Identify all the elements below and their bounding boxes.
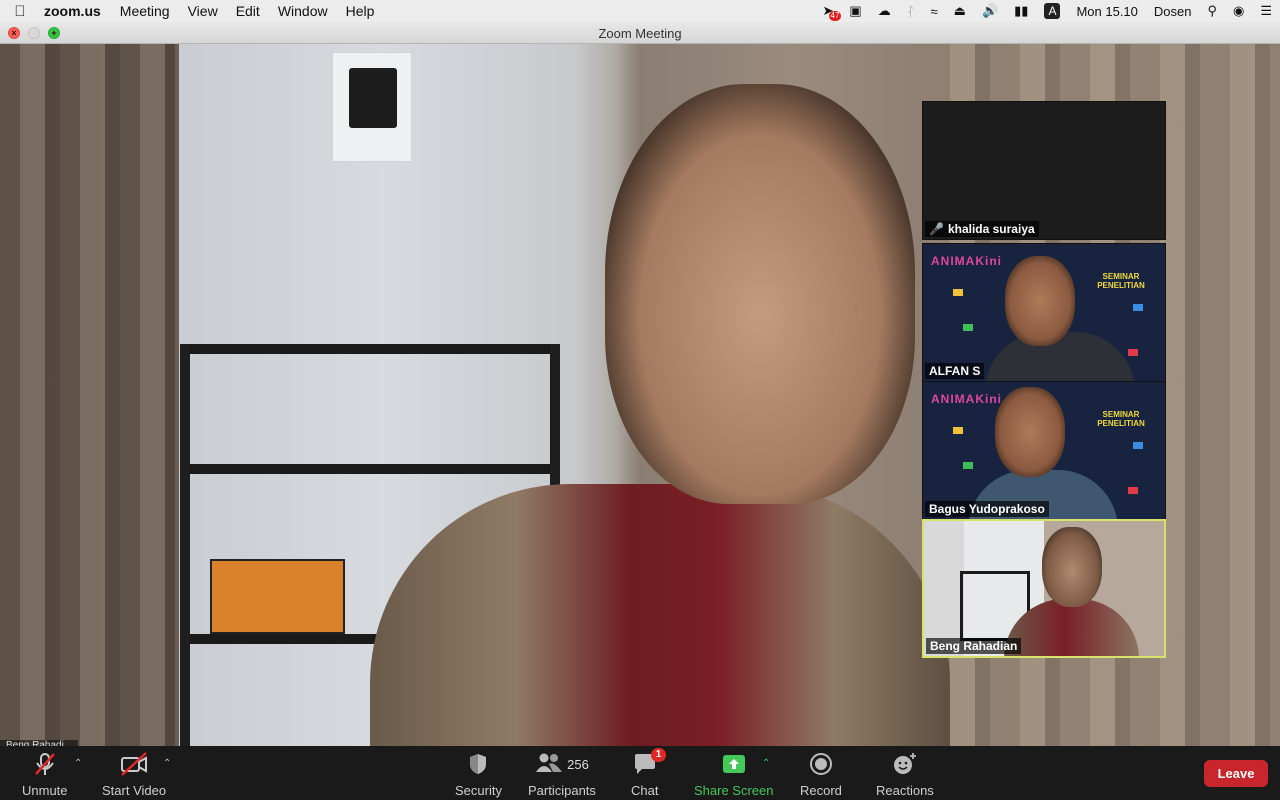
reactions-button[interactable]: Reactions <box>876 750 934 798</box>
wall-fixture <box>332 52 412 162</box>
menu-meeting[interactable]: Meeting <box>111 3 179 19</box>
video-options-chevron-up-icon[interactable]: ⌃ <box>163 758 171 769</box>
chat-unread-badge: 1 <box>650 748 667 762</box>
participant-name-label: Beng Rahadian <box>926 638 1022 654</box>
participant-name-label: ALFAN S <box>925 363 985 379</box>
menu-window[interactable]: Window <box>269 3 337 19</box>
window-title-bar: × + Zoom Meeting <box>0 22 1280 44</box>
start-video-label: Start Video <box>102 783 167 798</box>
send-notification-icon[interactable]: ➤ 47 <box>815 3 842 21</box>
spotlight-search-icon[interactable]: ⚲ <box>1199 3 1225 19</box>
notification-badge: 47 <box>828 11 842 21</box>
participants-button[interactable]: 256 Participants <box>528 750 596 798</box>
animakini-logo: ANIMAKini <box>931 392 1002 406</box>
cloud-icon[interactable]: ☁ <box>870 3 899 19</box>
participant-face <box>1042 527 1102 607</box>
meeting-toolbar: Unmute ⌃ Start Video ⌃ Security 256 Part… <box>0 746 1280 800</box>
zoom-status-icon[interactable]: ▣ <box>841 3 869 19</box>
security-label: Security <box>455 783 502 798</box>
video-off-icon <box>119 750 149 778</box>
apple-menu-icon[interactable]:  <box>0 3 40 20</box>
participant-tile-bagus[interactable]: ANIMAKini SEMINAR PENELITIAN Bagus Yudop… <box>922 381 1166 520</box>
seminar-text: SEMINAR PENELITIAN <box>1097 272 1145 290</box>
bluetooth-icon[interactable]: ᛮ <box>899 4 923 19</box>
muted-mic-icon: 🎤 <box>929 222 944 236</box>
volume-icon[interactable]: 🔊 <box>974 3 1006 19</box>
seminar-text: SEMINAR PENELITIAN <box>1097 410 1145 428</box>
speaker-body <box>370 484 950 746</box>
record-icon <box>809 750 833 778</box>
menu-edit[interactable]: Edit <box>227 3 269 19</box>
participant-name-label: Bagus Yudoprakoso <box>925 501 1049 517</box>
leave-meeting-button[interactable]: Leave <box>1204 760 1268 787</box>
user-name[interactable]: Dosen <box>1146 4 1200 19</box>
security-button[interactable]: Security <box>455 750 502 798</box>
unmute-label: Unmute <box>22 783 68 798</box>
input-source-icon[interactable]: A <box>1036 3 1068 19</box>
shield-icon <box>467 750 489 778</box>
unmute-button[interactable]: Unmute <box>22 750 68 798</box>
animakini-logo: ANIMAKini <box>931 254 1002 268</box>
share-options-chevron-up-icon[interactable]: ⌃ <box>762 758 770 769</box>
notification-center-icon[interactable]: ☰ <box>1252 3 1280 19</box>
speaker-head <box>605 84 915 504</box>
wifi-icon[interactable]: ≈ <box>923 4 946 19</box>
menu-app-name[interactable]: zoom.us <box>40 3 111 19</box>
participant-tile-beng-active-speaker[interactable]: Beng Rahadian <box>922 519 1166 658</box>
chat-bubble-icon: 1 <box>633 748 667 778</box>
participant-name-label: 🎤 khalida suraiya <box>925 221 1039 237</box>
chat-button[interactable]: 1 Chat <box>631 748 667 798</box>
battery-icon[interactable]: ▮▮ <box>1006 3 1036 19</box>
siri-icon[interactable]: ◉ <box>1225 3 1252 19</box>
reactions-smiley-icon <box>892 750 918 778</box>
share-screen-icon <box>721 750 747 778</box>
share-screen-label: Share Screen <box>694 783 774 798</box>
curtain-left <box>0 44 175 746</box>
window-title: Zoom Meeting <box>598 26 682 41</box>
participants-label: Participants <box>528 783 596 798</box>
muted-microphone-icon <box>32 750 58 778</box>
participant-tile-khalida[interactable]: 🎤 khalida suraiya <box>922 101 1166 240</box>
menu-help[interactable]: Help <box>337 3 384 19</box>
participant-face <box>995 387 1065 477</box>
orange-box <box>210 559 345 634</box>
clock[interactable]: Mon 15.10 <box>1068 4 1145 19</box>
reactions-label: Reactions <box>876 783 934 798</box>
participant-face <box>1005 256 1075 346</box>
participants-icon <box>535 752 563 777</box>
eject-icon[interactable]: ⏏ <box>946 3 974 19</box>
start-video-button[interactable]: Start Video <box>102 750 166 798</box>
participant-tile-alfan[interactable]: ANIMAKini SEMINAR PENELITIAN ALFAN S <box>922 243 1166 382</box>
chat-label: Chat <box>631 783 659 798</box>
participant-count: 256 <box>567 756 589 772</box>
audio-options-chevron-up-icon[interactable]: ⌃ <box>74 758 82 769</box>
record-label: Record <box>800 783 842 798</box>
record-button[interactable]: Record <box>800 750 842 798</box>
menu-view[interactable]: View <box>179 3 227 19</box>
macos-menu-bar:  zoom.us Meeting View Edit Window Help … <box>0 0 1280 22</box>
